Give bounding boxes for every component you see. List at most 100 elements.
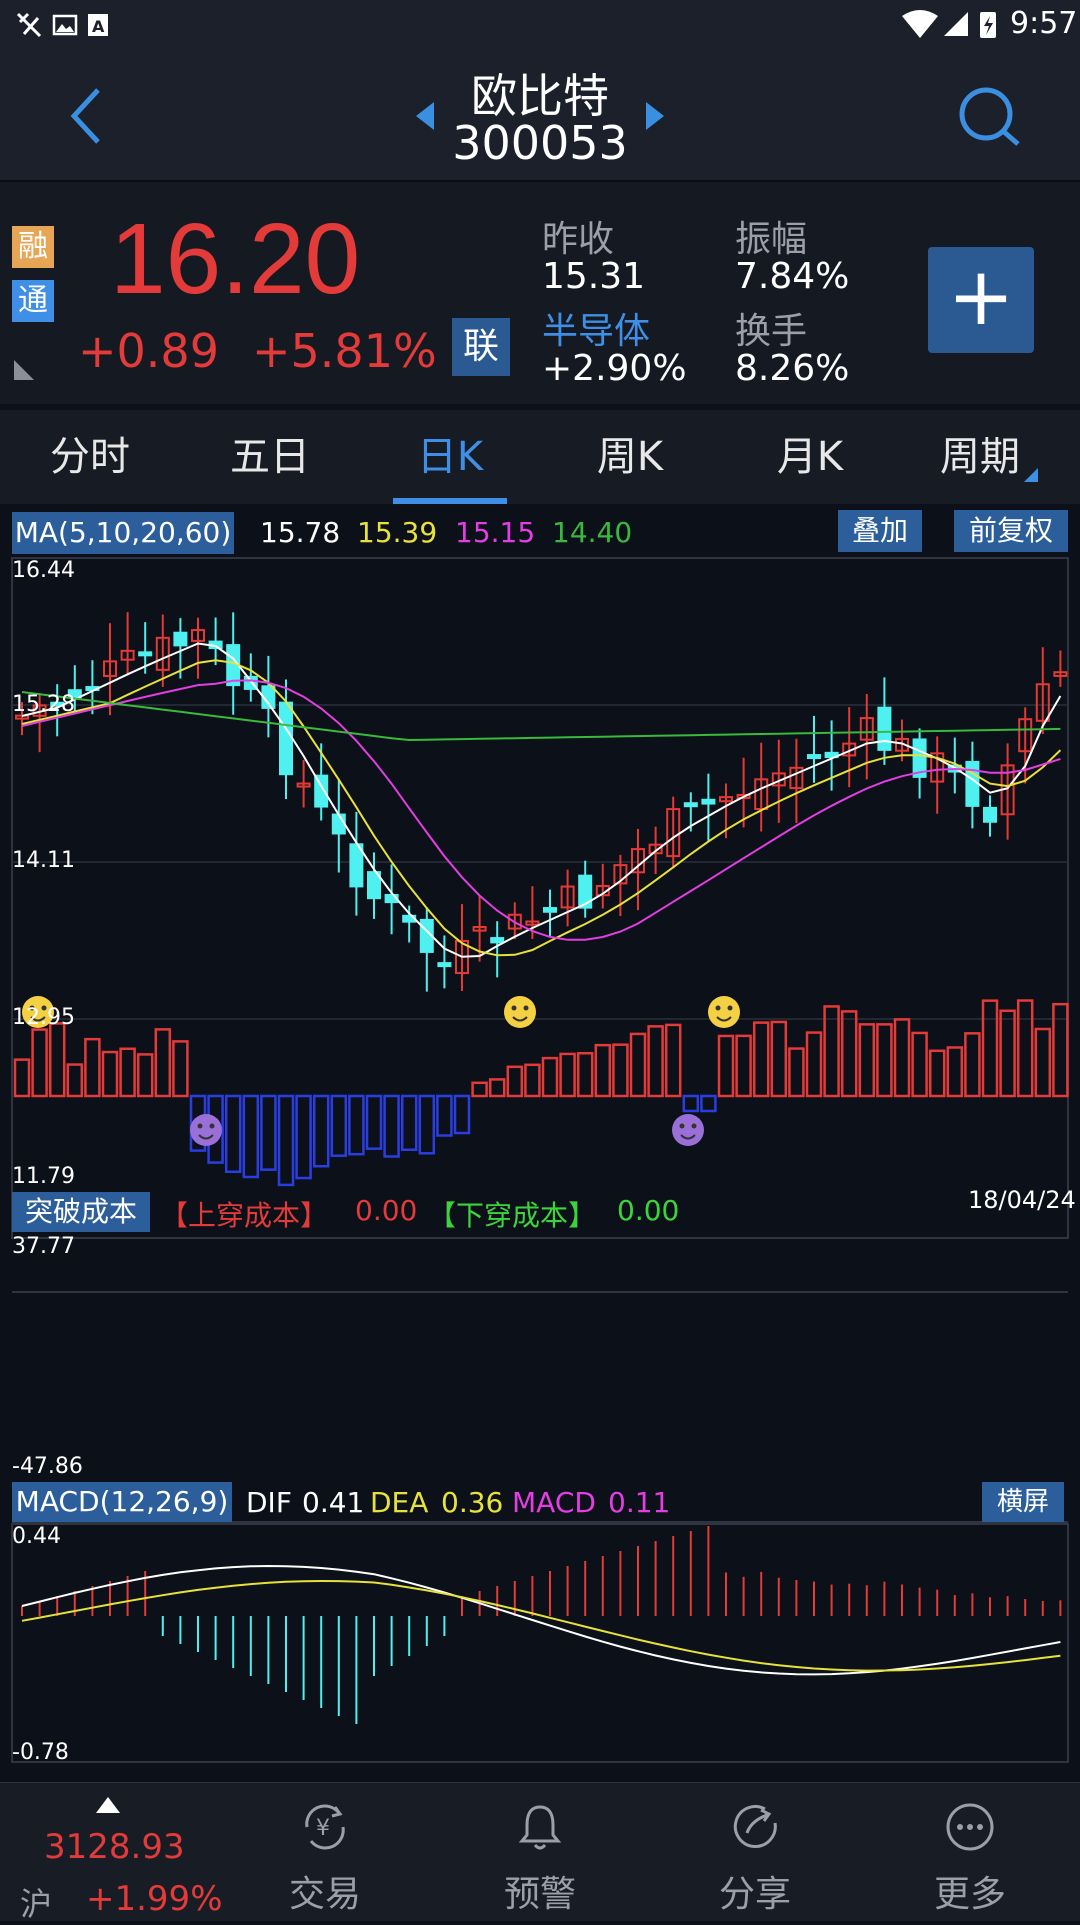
breakout-indicator-label[interactable]: 突破成本 <box>12 1192 150 1232</box>
kline-chart[interactable] <box>0 506 1080 1778</box>
breakout-bar <box>224 1094 242 1173</box>
up-arrow-icon <box>96 1797 120 1813</box>
nav-alert-label: 预警 <box>503 1874 576 1915</box>
landscape-button[interactable]: 横屏 <box>982 1482 1064 1522</box>
breakout-bar <box>119 1047 136 1098</box>
macd-indicator-label[interactable]: MACD(12,26,9) <box>12 1482 232 1522</box>
next-stock-icon[interactable] <box>640 98 670 134</box>
tab-weekly-k[interactable]: 周K <box>540 410 720 504</box>
index-value[interactable]: 3128.93 <box>44 1827 185 1867</box>
breakout-bar <box>876 1023 893 1098</box>
breakout-bar <box>840 1010 858 1098</box>
y-tick-3: 14.11 <box>12 848 75 873</box>
nav-more[interactable]: 更多 <box>885 1783 1055 1921</box>
clock: 9:57 <box>1010 6 1078 41</box>
breakout-bar <box>805 1031 823 1098</box>
frown-face-icon-eye <box>209 1123 215 1129</box>
breakout-bar <box>770 1020 788 1098</box>
candle-body <box>965 760 980 807</box>
connect-badge: 通 <box>12 280 54 322</box>
breakout-bar <box>700 1094 717 1113</box>
breakout-bar <box>893 1018 911 1098</box>
active-tab-indicator <box>393 498 507 504</box>
dropdown-triangle-icon <box>1024 468 1038 482</box>
smile-face-icon-eye <box>511 1005 517 1011</box>
candle-body <box>437 962 452 968</box>
macd-value: 0.11 <box>608 1486 671 1519</box>
breakout-bar <box>506 1065 524 1098</box>
bell-icon <box>518 1805 562 1850</box>
linked-button[interactable]: 联 <box>452 318 510 376</box>
amplitude-label: 振幅 <box>735 219 808 260</box>
breakout-bar <box>418 1094 436 1155</box>
turnover-label: 换手 <box>735 311 808 352</box>
adjust-button[interactable]: 前复权 <box>954 510 1068 552</box>
breakout-bar <box>383 1094 400 1158</box>
sector-link[interactable]: 半导体 <box>542 302 650 354</box>
yen-exchange-icon: ¥ <box>305 1804 345 1850</box>
breakout-bar <box>365 1094 383 1150</box>
prev-stock-icon[interactable] <box>410 98 440 134</box>
stock-code: 300053 <box>452 116 628 170</box>
ma-indicator-label[interactable]: MA(5,10,20,60) <box>12 512 234 554</box>
breakout-y-top: 37.77 <box>12 1234 75 1259</box>
ma20-line <box>21 679 1061 941</box>
tab-monthly-k[interactable]: 月K <box>720 410 900 504</box>
overlay-button[interactable]: 叠加 <box>838 510 922 552</box>
candle-body <box>173 631 188 647</box>
smile-face-icon <box>504 996 536 1028</box>
prev-close-value: 15.31 <box>542 256 646 297</box>
dif-line <box>21 1564 1061 1676</box>
nav-share[interactable]: 分享 <box>670 1783 840 1921</box>
tab-period[interactable]: 周期 <box>900 410 1060 504</box>
y-tick-5: 11.79 <box>12 1164 75 1189</box>
breakout-bar <box>348 1094 365 1156</box>
y-tick-1: 16.44 <box>12 558 75 583</box>
ma20-value: 15.15 <box>455 516 536 549</box>
candle-body <box>490 937 505 944</box>
candle-body <box>543 907 557 913</box>
breakout-bar <box>964 1032 981 1098</box>
breakout-bar <box>1034 1027 1052 1098</box>
breakout-bar <box>66 1063 84 1098</box>
breakout-bar <box>31 1028 48 1098</box>
price-change-pct: +5.81% <box>252 324 437 378</box>
nav-trade-label: 交易 <box>288 1874 361 1915</box>
breakout-bar <box>735 1034 752 1098</box>
breakout-bar <box>436 1094 453 1137</box>
turnover-value: 8.26% <box>735 348 850 389</box>
system-icons <box>902 10 996 38</box>
nav-alert[interactable]: 预警 <box>455 1783 625 1921</box>
y-tick-2: 15.28 <box>12 692 75 717</box>
breakout-bar <box>717 1034 735 1098</box>
add-watchlist-button[interactable]: + <box>928 247 1034 353</box>
macd-y-bottom: -0.78 <box>12 1740 69 1765</box>
share-icon <box>733 1805 777 1848</box>
frown-face-icon <box>190 1114 222 1146</box>
dea-line <box>21 1579 1061 1672</box>
breakout-y-bottom: -47.86 <box>12 1454 83 1479</box>
tab-intraday[interactable]: 分时 <box>0 410 180 504</box>
search-icon[interactable] <box>956 84 1022 150</box>
breakout-bar <box>400 1094 418 1152</box>
candle-body <box>701 798 716 805</box>
dea-label: DEA <box>370 1486 429 1519</box>
candle-body <box>279 701 293 776</box>
breakout-bar <box>48 1022 66 1098</box>
breakout-bar <box>330 1094 348 1157</box>
tab-five-day[interactable]: 五日 <box>180 410 360 504</box>
breakout-bar <box>312 1094 330 1168</box>
candle-body <box>331 813 346 835</box>
breakout-bar <box>136 1053 154 1098</box>
back-icon[interactable] <box>62 82 112 152</box>
chart-area[interactable]: MA(5,10,20,60) 15.78 15.39 15.15 14.40 叠… <box>0 506 1080 1778</box>
corner-triangle-icon <box>14 360 34 380</box>
breakout-bar <box>752 1021 770 1098</box>
tab-daily-k[interactable]: 日K <box>360 410 540 504</box>
nav-trade[interactable]: ¥ 交易 <box>240 1783 410 1921</box>
breakout-bar <box>594 1043 612 1098</box>
breakout-bar <box>154 1028 172 1098</box>
index-change: +1.99% <box>86 1879 223 1919</box>
more-icon <box>946 1803 994 1851</box>
ma60-value: 14.40 <box>552 516 633 549</box>
